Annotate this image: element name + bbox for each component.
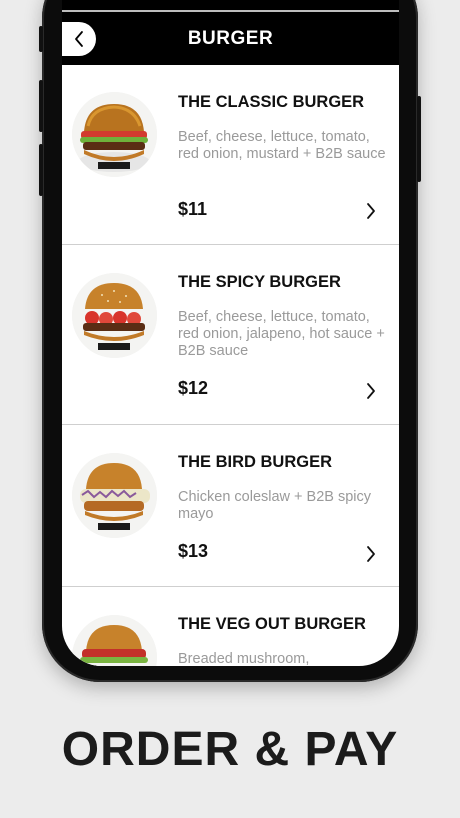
phone-side-button (39, 144, 43, 196)
item-description: Beef, cheese, lettuce, tomato, red onion… (178, 129, 386, 162)
item-price: $11 (178, 199, 208, 219)
chevron-right-icon (367, 383, 375, 399)
item-name: THE VEG OUT BURGER (178, 615, 366, 633)
status-bar (62, 0, 399, 13)
chevron-right-icon (367, 546, 375, 562)
divider (62, 10, 399, 12)
item-description: Beef, cheese, lettuce, tomato, red onion… (178, 309, 385, 359)
item-name: THE BIRD BURGER (178, 453, 333, 471)
chevron-right-icon (367, 203, 375, 219)
burger-image (72, 453, 157, 538)
chevron-left-icon (75, 31, 83, 47)
item-name: THE CLASSIC BURGER (178, 93, 365, 111)
phone-side-button (417, 96, 421, 182)
phone-side-button (39, 80, 43, 132)
burger-image (72, 615, 157, 666)
item-description: Breaded mushroom, (178, 651, 310, 666)
burger-image (72, 92, 157, 177)
list-item[interactable]: THE VEG OUT BURGER Breaded mushroom, (62, 587, 399, 666)
list-item[interactable]: THE BIRD BURGER Chicken coleslaw + B2B s… (62, 425, 399, 587)
app-screen: BURGER THE CLASSIC BURGER Beef, cheese, … (62, 0, 399, 666)
menu-list: THE CLASSIC BURGER Beef, cheese, lettuce… (62, 65, 399, 666)
item-name: THE SPICY BURGER (178, 273, 341, 291)
burger-image (72, 273, 157, 358)
tagline: ORDER & PAY (61, 723, 399, 776)
item-price: $13 (178, 541, 209, 561)
back-button[interactable] (62, 22, 96, 56)
page-title: BURGER (187, 28, 274, 49)
list-item[interactable]: THE SPICY BURGER Beef, cheese, lettuce, … (62, 245, 399, 425)
app-header: BURGER (62, 13, 399, 65)
item-price: $12 (178, 378, 209, 398)
list-item[interactable]: THE CLASSIC BURGER Beef, cheese, lettuce… (62, 65, 399, 245)
phone-side-button (39, 26, 43, 52)
item-description: Chicken coleslaw + B2B spicy mayo (178, 489, 372, 522)
